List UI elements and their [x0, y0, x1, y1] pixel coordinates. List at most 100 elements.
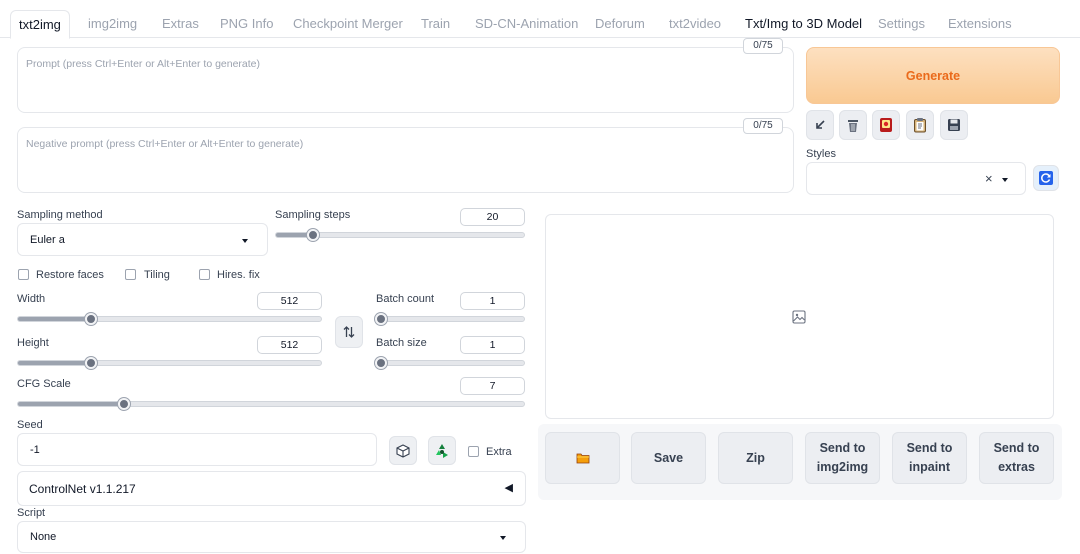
sampling-steps-input[interactable]: 20	[460, 208, 525, 226]
styles-label: Styles	[806, 148, 836, 160]
collapse-arrow-icon: ◀	[504, 482, 513, 494]
sampling-method-value: Euler a	[30, 233, 65, 246]
slider-fill	[18, 361, 91, 365]
batch-count-label: Batch count	[376, 293, 435, 305]
width-label: Width	[17, 293, 46, 305]
tab-txt2img[interactable]: txt2img	[10, 10, 70, 39]
clipboard-icon	[914, 118, 926, 133]
generate-button[interactable]: Generate	[806, 47, 1060, 104]
extra-networks-button[interactable]	[872, 110, 900, 140]
tiling-label: Tiling	[144, 269, 170, 281]
slider-fill	[18, 402, 125, 406]
batch-count-slider[interactable]	[375, 313, 525, 325]
apply-style-button[interactable]	[906, 110, 934, 140]
negative-prompt-input[interactable]: Negative prompt (press Ctrl+Enter or Alt…	[17, 127, 794, 193]
script-dropdown[interactable]: None	[17, 521, 526, 553]
tab-sd-cn-animation[interactable]: SD-CN-Animation	[467, 10, 586, 38]
image-placeholder-icon	[792, 310, 806, 324]
slider-thumb[interactable]	[307, 229, 320, 241]
chevron-down-icon	[242, 239, 248, 243]
seed-extra-label: Extra	[486, 446, 512, 458]
card-icon	[880, 118, 892, 132]
cfg-scale-label: CFG Scale	[17, 378, 71, 390]
hires-fix-label: Hires. fix	[217, 269, 260, 281]
zip-button[interactable]: Zip	[718, 432, 793, 484]
negative-prompt-placeholder: Negative prompt (press Ctrl+Enter or Alt…	[26, 138, 304, 150]
sampling-method-label: Sampling method	[17, 209, 103, 221]
script-value: None	[30, 531, 57, 543]
controlnet-accordion[interactable]: ControlNet v1.1.217 ◀	[17, 471, 526, 506]
read-params-button[interactable]	[806, 110, 834, 140]
save-icon	[948, 119, 960, 131]
width-input[interactable]: 512	[257, 292, 322, 310]
script-label: Script	[17, 507, 46, 519]
styles-dropdown[interactable]: ×	[806, 162, 1026, 195]
prompt-token-counter: 0/75	[743, 38, 783, 54]
swap-icon	[343, 326, 355, 338]
prompt-placeholder: Prompt (press Ctrl+Enter or Alt+Enter to…	[26, 58, 261, 70]
batch-size-label: Batch size	[376, 337, 427, 349]
tab-extras[interactable]: Extras	[154, 10, 207, 38]
random-seed-button[interactable]	[389, 436, 417, 465]
batch-size-input[interactable]: 1	[460, 336, 525, 354]
sampling-steps-label: Sampling steps	[275, 209, 351, 221]
save-style-button[interactable]	[940, 110, 968, 140]
tab-txt2video[interactable]: txt2video	[661, 10, 729, 38]
height-input[interactable]: 512	[257, 336, 322, 354]
controlnet-title: ControlNet v1.1.217	[29, 482, 136, 496]
slider-thumb[interactable]	[118, 398, 131, 410]
sampling-steps-slider[interactable]	[275, 229, 525, 241]
save-button[interactable]: Save	[631, 432, 706, 484]
width-slider[interactable]	[17, 313, 322, 325]
swap-dimensions-button[interactable]	[335, 316, 363, 348]
reuse-seed-button[interactable]	[428, 436, 456, 465]
tab-settings[interactable]: Settings	[870, 10, 933, 38]
tab-deforum[interactable]: Deforum	[587, 10, 653, 38]
seed-extra-checkbox[interactable]	[468, 446, 479, 457]
negative-prompt-token-counter: 0/75	[743, 118, 783, 134]
slider-thumb[interactable]	[84, 313, 97, 325]
tab-txt-img-to-3d[interactable]: Txt/Img to 3D Model	[737, 10, 870, 38]
recycle-icon	[436, 443, 448, 458]
seed-value: -1	[30, 443, 40, 456]
open-folder-button[interactable]	[545, 432, 620, 484]
send-to-extras-button[interactable]: Send to extras	[979, 432, 1054, 484]
slider-thumb[interactable]	[84, 357, 97, 369]
tab-checkpoint-merger[interactable]: Checkpoint Merger	[285, 10, 411, 38]
clear-prompt-button[interactable]	[839, 110, 867, 140]
batch-size-slider[interactable]	[375, 357, 525, 369]
tiling-checkbox[interactable]	[125, 269, 136, 280]
folder-icon	[576, 453, 589, 464]
hires-fix-checkbox[interactable]	[199, 269, 210, 280]
batch-count-input[interactable]: 1	[460, 292, 525, 310]
clear-styles-icon[interactable]: ×	[985, 171, 993, 186]
tab-bar: txt2img img2img Extras PNG Info Checkpoi…	[0, 0, 1080, 39]
refresh-styles-button[interactable]	[1033, 165, 1059, 191]
trash-icon	[848, 119, 858, 132]
refresh-icon	[1039, 171, 1053, 185]
slider-thumb[interactable]	[375, 313, 387, 325]
tab-train[interactable]: Train	[413, 10, 458, 38]
tab-png-info[interactable]: PNG Info	[212, 10, 281, 38]
sampling-method-dropdown[interactable]: Euler a	[17, 223, 268, 256]
tab-img2img[interactable]: img2img	[80, 10, 145, 38]
height-slider[interactable]	[17, 357, 322, 369]
chevron-down-icon	[500, 536, 506, 540]
chevron-down-icon	[1002, 178, 1008, 182]
slider-fill	[18, 317, 91, 321]
slider-thumb[interactable]	[375, 357, 387, 369]
restore-faces-checkbox[interactable]	[18, 269, 29, 280]
restore-faces-label: Restore faces	[36, 269, 104, 281]
height-label: Height	[17, 337, 49, 349]
cfg-scale-slider[interactable]	[17, 398, 525, 410]
arrow-icon	[816, 120, 825, 129]
send-to-img2img-button[interactable]: Send to img2img	[805, 432, 880, 484]
seed-input[interactable]: -1	[17, 433, 377, 466]
seed-label: Seed	[17, 419, 43, 431]
dice-icon	[396, 443, 410, 458]
tab-extensions[interactable]: Extensions	[940, 10, 1020, 38]
send-to-inpaint-button[interactable]: Send to inpaint	[892, 432, 967, 484]
output-image-area	[545, 214, 1054, 419]
cfg-scale-input[interactable]: 7	[460, 377, 525, 395]
prompt-input[interactable]: Prompt (press Ctrl+Enter or Alt+Enter to…	[17, 47, 794, 113]
